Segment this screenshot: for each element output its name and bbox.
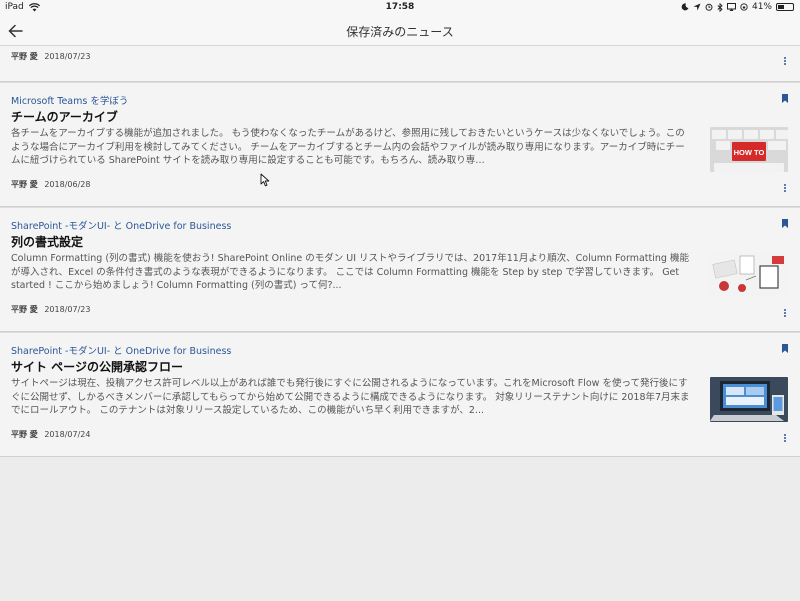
status-right: 41% [681,2,794,12]
list-item-partial[interactable]: 平野 愛 2018/07/23 [0,46,800,82]
list-item[interactable]: SharePoint -モダンUI- と OneDrive for Busine… [0,332,800,457]
lock-rotation-icon [740,3,748,11]
item-meta: 平野 愛 2018/06/28 [11,179,90,190]
saved-news-list: 平野 愛 2018/07/23 Microsoft Teams を学ぼう チーム… [0,46,800,457]
item-title[interactable]: チームのアーカイブ [11,108,118,125]
item-meta: 平野 愛 2018/07/23 [11,51,90,62]
item-summary: サイトページは現在、投稿アクセス許可レベル以上があれば誰でも発行後にすぐに公開さ… [11,378,690,416]
moon-icon [681,3,689,11]
battery-percent: 41% [751,2,772,12]
item-author: 平野 愛 [11,305,38,314]
item-thumbnail [710,252,788,297]
item-date: 2018/07/24 [44,430,91,439]
item-author: 平野 愛 [11,52,38,61]
alarm-icon [705,3,713,11]
more-vertical-icon[interactable] [782,56,788,68]
screen-mirror-icon [726,3,736,11]
item-date: 2018/06/28 [44,180,91,189]
item-category[interactable]: SharePoint -モダンUI- と OneDrive for Busine… [11,343,231,357]
item-category[interactable]: SharePoint -モダンUI- と OneDrive for Busine… [11,218,231,232]
bluetooth-icon [717,2,723,12]
bookmark-icon[interactable] [782,94,788,103]
bookmark-icon[interactable] [782,344,788,353]
item-author: 平野 愛 [11,180,38,189]
more-vertical-icon[interactable] [782,433,788,445]
battery-icon [776,3,794,11]
location-icon [693,3,701,11]
page-title: 保存済みのニュース [346,25,454,39]
list-item[interactable]: SharePoint -モダンUI- と OneDrive for Busine… [0,207,800,332]
item-category[interactable]: Microsoft Teams を学ぼう [11,93,128,107]
item-thumbnail [710,377,788,422]
item-meta: 平野 愛 2018/07/24 [11,429,90,440]
item-author: 平野 愛 [11,430,38,439]
item-title[interactable]: 列の書式設定 [11,233,83,250]
nav-bar: 保存済みのニュース [0,16,800,46]
mouse-cursor-icon [260,173,270,187]
item-summary: 各チームをアーカイブする機能が追加されました。 もう使わなくなったチームがあるけ… [11,128,685,166]
status-bar: iPad 17:58 41% [0,0,800,16]
thumbnail-text: HOW TO [734,148,765,157]
item-title[interactable]: サイト ページの公開承認フロー [11,358,183,375]
item-thumbnail: HOW TO [710,127,788,172]
more-vertical-icon[interactable] [782,308,788,320]
item-date: 2018/07/23 [44,52,91,61]
bookmark-icon[interactable] [782,219,788,228]
more-vertical-icon[interactable] [782,183,788,195]
item-summary: Column Formatting (列の書式) 機能を使おう! SharePo… [11,253,689,291]
list-item[interactable]: Microsoft Teams を学ぼう チームのアーカイブ 各チームをアーカイ… [0,82,800,207]
item-date: 2018/07/23 [44,305,91,314]
item-meta: 平野 愛 2018/07/23 [11,304,90,315]
